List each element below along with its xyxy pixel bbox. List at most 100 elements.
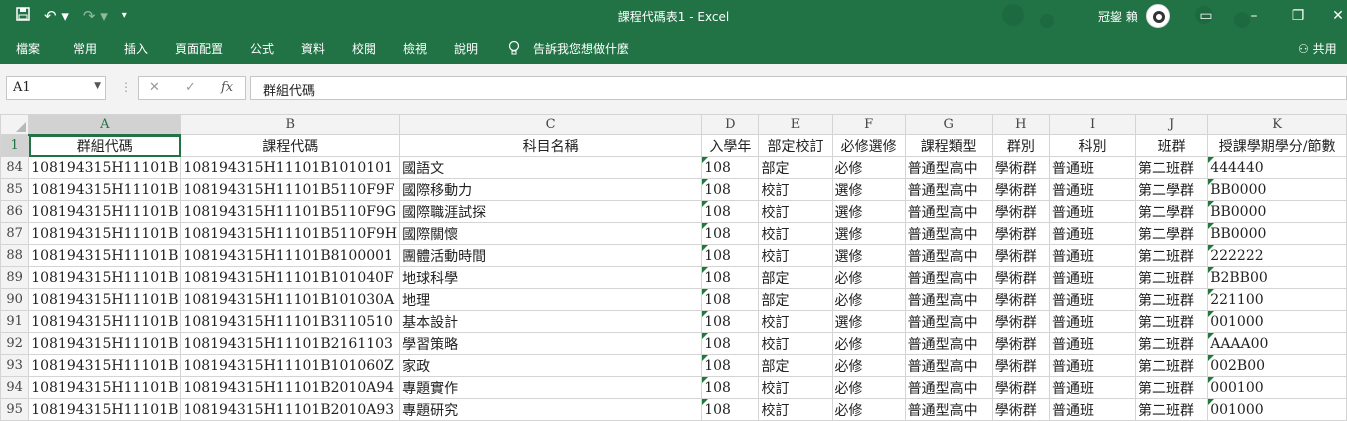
cell[interactable]: 學術群 <box>991 156 1050 179</box>
row-header[interactable]: 84 <box>0 156 30 179</box>
cell[interactable]: 普通班 <box>1048 178 1137 201</box>
cell[interactable]: 校訂 <box>758 200 833 223</box>
cell[interactable]: 普通班 <box>1048 156 1137 179</box>
cell[interactable]: 校訂 <box>758 178 833 201</box>
cell[interactable]: 第二班群 <box>1135 354 1209 377</box>
cell[interactable]: 普通型高中 <box>904 266 993 289</box>
cell[interactable]: AAAA00 <box>1207 332 1347 355</box>
cell[interactable]: 108 <box>701 354 760 377</box>
cell[interactable]: 第二學群 <box>1135 178 1209 201</box>
cell[interactable]: 普通型高中 <box>904 244 993 267</box>
cell[interactable]: 校訂 <box>758 398 833 421</box>
cell[interactable]: 群別 <box>991 134 1050 157</box>
cell[interactable]: 國際職涯試探 <box>399 200 703 223</box>
cell[interactable]: 第二學群 <box>1135 222 1209 245</box>
cell[interactable]: 108194315H11101B <box>28 332 182 355</box>
cell[interactable]: 108194315H11101B8100001 <box>180 244 401 267</box>
column-header[interactable]: G <box>904 114 993 135</box>
column-header[interactable]: I <box>1048 114 1137 135</box>
cell[interactable]: 第二班群 <box>1135 332 1209 355</box>
cell[interactable]: 108194315H11101B <box>28 156 182 179</box>
cell[interactable]: 108194315H11101B101030A <box>180 288 401 311</box>
cell[interactable]: 108 <box>701 398 760 421</box>
cell[interactable]: 學術群 <box>991 178 1050 201</box>
column-header[interactable]: J <box>1135 114 1209 135</box>
cell[interactable]: 必修 <box>831 288 906 311</box>
cell[interactable]: 108 <box>701 310 760 333</box>
cell[interactable]: 第二學群 <box>1135 200 1209 223</box>
column-header[interactable]: B <box>180 114 401 135</box>
cell[interactable]: 國際關懷 <box>399 222 703 245</box>
cell[interactable]: 課程代碼 <box>180 134 401 157</box>
cell[interactable]: 專題實作 <box>399 376 703 399</box>
cell[interactable]: 學習策略 <box>399 332 703 355</box>
cell[interactable]: 地球科學 <box>399 266 703 289</box>
cell[interactable]: 普通型高中 <box>904 376 993 399</box>
cell[interactable]: 學術群 <box>991 222 1050 245</box>
cell[interactable]: 普通型高中 <box>904 332 993 355</box>
cell[interactable]: B2BB00 <box>1207 266 1347 289</box>
cell[interactable]: 108194315H11101B2161103 <box>180 332 401 355</box>
row-header[interactable]: 85 <box>0 178 30 201</box>
cell[interactable]: 選修 <box>831 222 906 245</box>
cell[interactable]: 普通型高中 <box>904 354 993 377</box>
tab-help[interactable]: 說明 <box>454 40 478 57</box>
row-header[interactable]: 95 <box>0 398 30 421</box>
column-header[interactable]: D <box>701 114 760 135</box>
cell[interactable]: 002B00 <box>1207 354 1347 377</box>
row-header[interactable]: 86 <box>0 200 30 223</box>
cell[interactable]: 108 <box>701 178 760 201</box>
tab-data[interactable]: 資料 <box>301 40 325 57</box>
cell[interactable]: 校訂 <box>758 376 833 399</box>
cell[interactable]: 108194315H11101B5110F9H <box>180 222 401 245</box>
cell[interactable]: 部定校訂 <box>758 134 833 157</box>
avatar[interactable] <box>1146 4 1170 28</box>
cell[interactable]: 普通型高中 <box>904 398 993 421</box>
cell[interactable]: 108194315H11101B2010A93 <box>180 398 401 421</box>
cell[interactable]: 國際移動力 <box>399 178 703 201</box>
cell[interactable]: 普通班 <box>1048 222 1137 245</box>
cancel-icon[interactable]: ✕ <box>149 80 160 95</box>
cell[interactable]: 課程類型 <box>904 134 993 157</box>
cell[interactable]: 108194315H11101B <box>28 398 182 421</box>
tab-file[interactable]: 檔案 <box>16 40 40 57</box>
cell[interactable]: 部定 <box>758 266 833 289</box>
cell[interactable]: 第二班群 <box>1135 266 1209 289</box>
cell[interactable]: 學術群 <box>991 354 1050 377</box>
cell[interactable]: 108 <box>701 200 760 223</box>
cell[interactable]: 國語文 <box>399 156 703 179</box>
cell[interactable]: 普通班 <box>1048 266 1137 289</box>
cell[interactable]: 第二班群 <box>1135 244 1209 267</box>
cell[interactable]: 108194315H11101B <box>28 222 182 245</box>
cell[interactable]: 校訂 <box>758 222 833 245</box>
cell[interactable]: 221100 <box>1207 288 1347 311</box>
cell[interactable]: 108 <box>701 332 760 355</box>
cell[interactable]: 普通班 <box>1048 332 1137 355</box>
cell[interactable]: 必修選修 <box>831 134 906 157</box>
cell[interactable]: 108 <box>701 266 760 289</box>
row-header[interactable]: 92 <box>0 332 30 355</box>
cell[interactable]: 普通班 <box>1048 398 1137 421</box>
cell[interactable]: 普通型高中 <box>904 222 993 245</box>
cell[interactable]: 108194315H11101B <box>28 200 182 223</box>
tab-insert[interactable]: 插入 <box>124 40 148 57</box>
cell[interactable]: 108194315H11101B101040F <box>180 266 401 289</box>
cell[interactable]: 001000 <box>1207 398 1347 421</box>
close-icon[interactable]: ✕ <box>1328 6 1347 26</box>
cell[interactable]: 222222 <box>1207 244 1347 267</box>
tell-me-search[interactable]: 告訴我您想做什麼 <box>533 40 629 57</box>
cell[interactable]: 108 <box>701 156 760 179</box>
cell[interactable]: 部定 <box>758 354 833 377</box>
minimize-icon[interactable]: – <box>1244 6 1264 26</box>
name-box[interactable]: A1 ▼ <box>6 76 106 100</box>
cell[interactable]: 108194315H11101B5110F9F <box>180 178 401 201</box>
row-header[interactable]: 93 <box>0 354 30 377</box>
cell[interactable]: 必修 <box>831 156 906 179</box>
cell[interactable]: 部定 <box>758 288 833 311</box>
cell[interactable]: 108 <box>701 376 760 399</box>
cell[interactable]: 普通班 <box>1048 288 1137 311</box>
insert-function-icon[interactable]: fx <box>221 80 233 95</box>
cell[interactable]: 學術群 <box>991 398 1050 421</box>
cell[interactable]: 108 <box>701 222 760 245</box>
cell[interactable]: 必修 <box>831 398 906 421</box>
